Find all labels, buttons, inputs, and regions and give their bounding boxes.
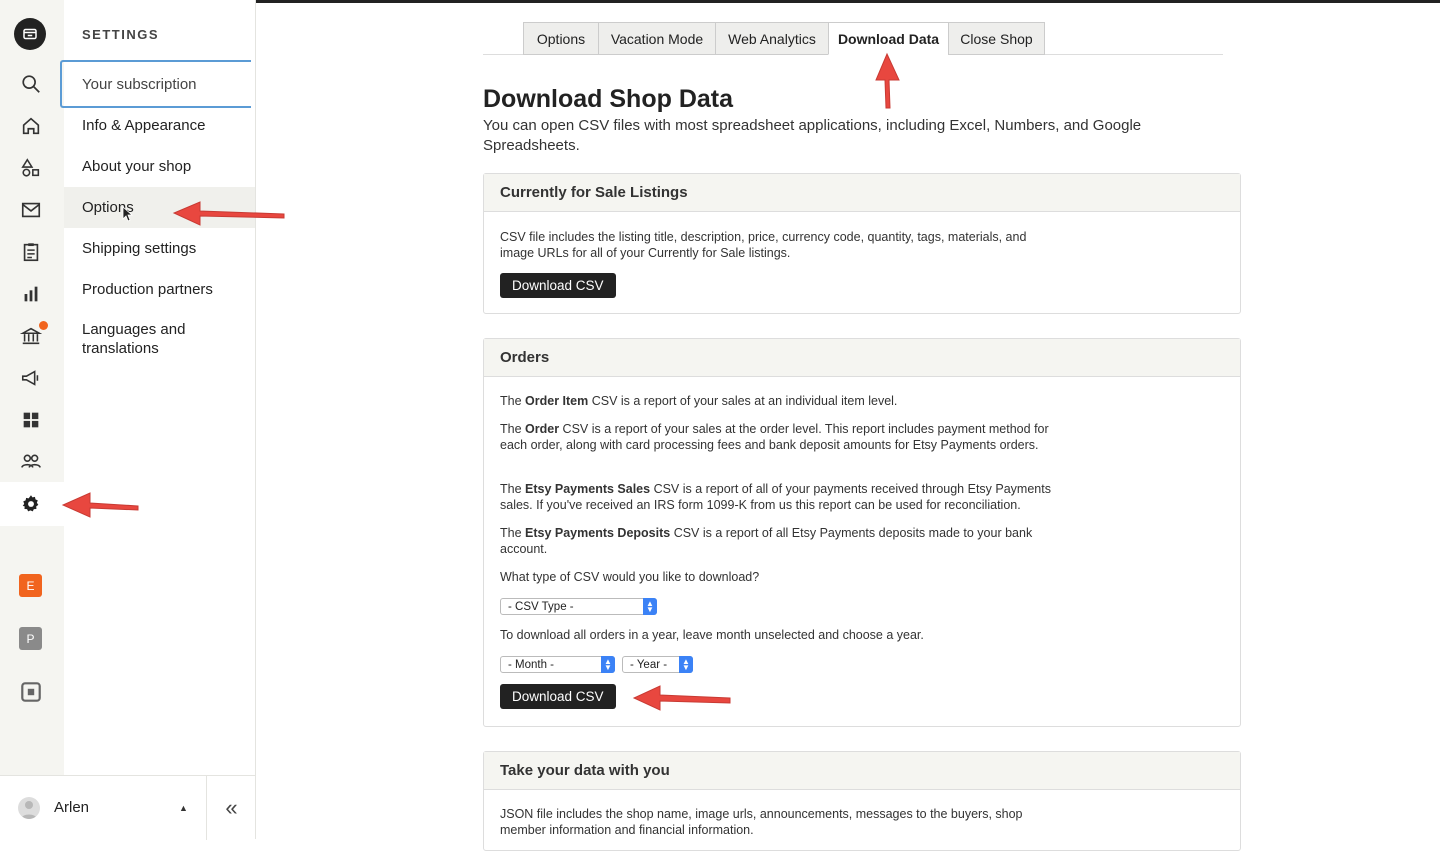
listings-description: CSV file includes the listing title, des… bbox=[500, 230, 1027, 260]
shop-badge-e[interactable]: E bbox=[19, 574, 42, 597]
shop-badge-p[interactable]: P bbox=[19, 627, 42, 650]
user-name[interactable]: Arlen bbox=[54, 799, 89, 816]
messages-icon[interactable] bbox=[16, 195, 46, 225]
orders-clipboard-icon[interactable] bbox=[16, 237, 46, 267]
caret-up-icon[interactable]: ▲ bbox=[179, 803, 188, 813]
menu-item-production-partners[interactable]: Production partners bbox=[64, 269, 255, 310]
select-stepper-icon: ▲ ▼ bbox=[601, 656, 615, 673]
menu-item-your-subscription[interactable]: Your subscription bbox=[60, 60, 251, 108]
avatar[interactable] bbox=[18, 797, 40, 819]
month-value: - Month - bbox=[508, 658, 555, 671]
download-orders-csv-button[interactable]: Download CSV bbox=[500, 684, 616, 709]
orders-panel: Orders The Order Item CSV is a report of… bbox=[483, 338, 1241, 727]
settings-tabs: Options Vacation Mode Web Analytics Down… bbox=[483, 22, 1223, 55]
shop-badge-letter: P bbox=[26, 631, 35, 646]
search-icon[interactable] bbox=[16, 69, 46, 99]
year-select[interactable]: - Year - ▲ ▼ bbox=[622, 656, 693, 673]
annotation-arrow-download-tab bbox=[875, 52, 900, 109]
listings-icon[interactable] bbox=[16, 153, 46, 183]
marketing-megaphone-icon[interactable] bbox=[16, 363, 46, 393]
order-item-description: The Order Item CSV is a report of your s… bbox=[500, 394, 898, 408]
year-hint: To download all orders in a year, leave … bbox=[500, 628, 924, 642]
menu-item-shipping-settings[interactable]: Shipping settings bbox=[64, 228, 255, 269]
take-your-data-title: Take your data with you bbox=[484, 752, 1240, 790]
menu-item-options[interactable]: Options bbox=[64, 187, 255, 228]
shop-badge-letter: E bbox=[26, 578, 35, 593]
order-description: The Order CSV is a report of your sales … bbox=[500, 422, 1049, 452]
payments-sales-description: The Etsy Payments Sales CSV is a report … bbox=[500, 482, 1051, 512]
page-intro: You can open CSV files with most spreads… bbox=[483, 117, 1142, 154]
menu-item-languages[interactable]: Languages and translations bbox=[64, 320, 214, 360]
integrations-grid-icon[interactable] bbox=[16, 405, 46, 435]
csv-type-question: What type of CSV would you like to downl… bbox=[500, 570, 760, 584]
orders-panel-title: Orders bbox=[484, 339, 1240, 377]
listings-panel: Currently for Sale Listings CSV file inc… bbox=[483, 173, 1241, 314]
select-stepper-icon: ▲ ▼ bbox=[643, 598, 657, 615]
year-value: - Year - bbox=[630, 658, 668, 671]
tab-close-shop[interactable]: Close Shop bbox=[948, 22, 1045, 55]
select-stepper-icon: ▲ ▼ bbox=[679, 656, 693, 673]
settings-menu: SETTINGS Your subscription Info & Appear… bbox=[60, 0, 256, 775]
tab-options[interactable]: Options bbox=[523, 22, 599, 55]
stats-icon[interactable] bbox=[16, 279, 46, 309]
user-bar: Arlen ▲ « bbox=[0, 775, 256, 840]
tab-download-data[interactable]: Download Data bbox=[828, 22, 949, 55]
shop-manager-logo-icon[interactable] bbox=[14, 18, 46, 50]
menu-item-info-appearance[interactable]: Info & Appearance bbox=[64, 105, 255, 146]
page-title: Download Shop Data bbox=[483, 85, 733, 113]
settings-heading: SETTINGS bbox=[82, 27, 160, 42]
listings-panel-title: Currently for Sale Listings bbox=[484, 174, 1240, 212]
tab-vacation-mode[interactable]: Vacation Mode bbox=[598, 22, 716, 55]
double-chevron-left-icon: « bbox=[225, 795, 238, 820]
collapse-sidebar-button[interactable]: « bbox=[206, 776, 256, 840]
download-listings-csv-button[interactable]: Download CSV bbox=[500, 273, 616, 298]
tab-web-analytics[interactable]: Web Analytics bbox=[715, 22, 829, 55]
square-app-icon[interactable] bbox=[16, 677, 46, 707]
icon-rail: E P bbox=[0, 0, 64, 775]
home-icon[interactable] bbox=[16, 111, 46, 141]
payments-deposits-description: The Etsy Payments Deposits CSV is a repo… bbox=[500, 526, 1033, 556]
notification-dot bbox=[39, 321, 48, 330]
community-people-icon[interactable] bbox=[16, 446, 46, 476]
csv-type-select[interactable]: - CSV Type - ▲ ▼ bbox=[500, 598, 657, 615]
csv-type-value: - CSV Type - bbox=[508, 600, 574, 613]
take-your-data-panel: Take your data with you JSON file includ… bbox=[483, 751, 1241, 851]
take-your-data-description: JSON file includes the shop name, image … bbox=[500, 807, 1023, 837]
menu-item-about-your-shop[interactable]: About your shop bbox=[64, 146, 255, 187]
month-select[interactable]: - Month - ▲ ▼ bbox=[500, 656, 615, 673]
settings-gear-icon[interactable] bbox=[16, 489, 46, 519]
